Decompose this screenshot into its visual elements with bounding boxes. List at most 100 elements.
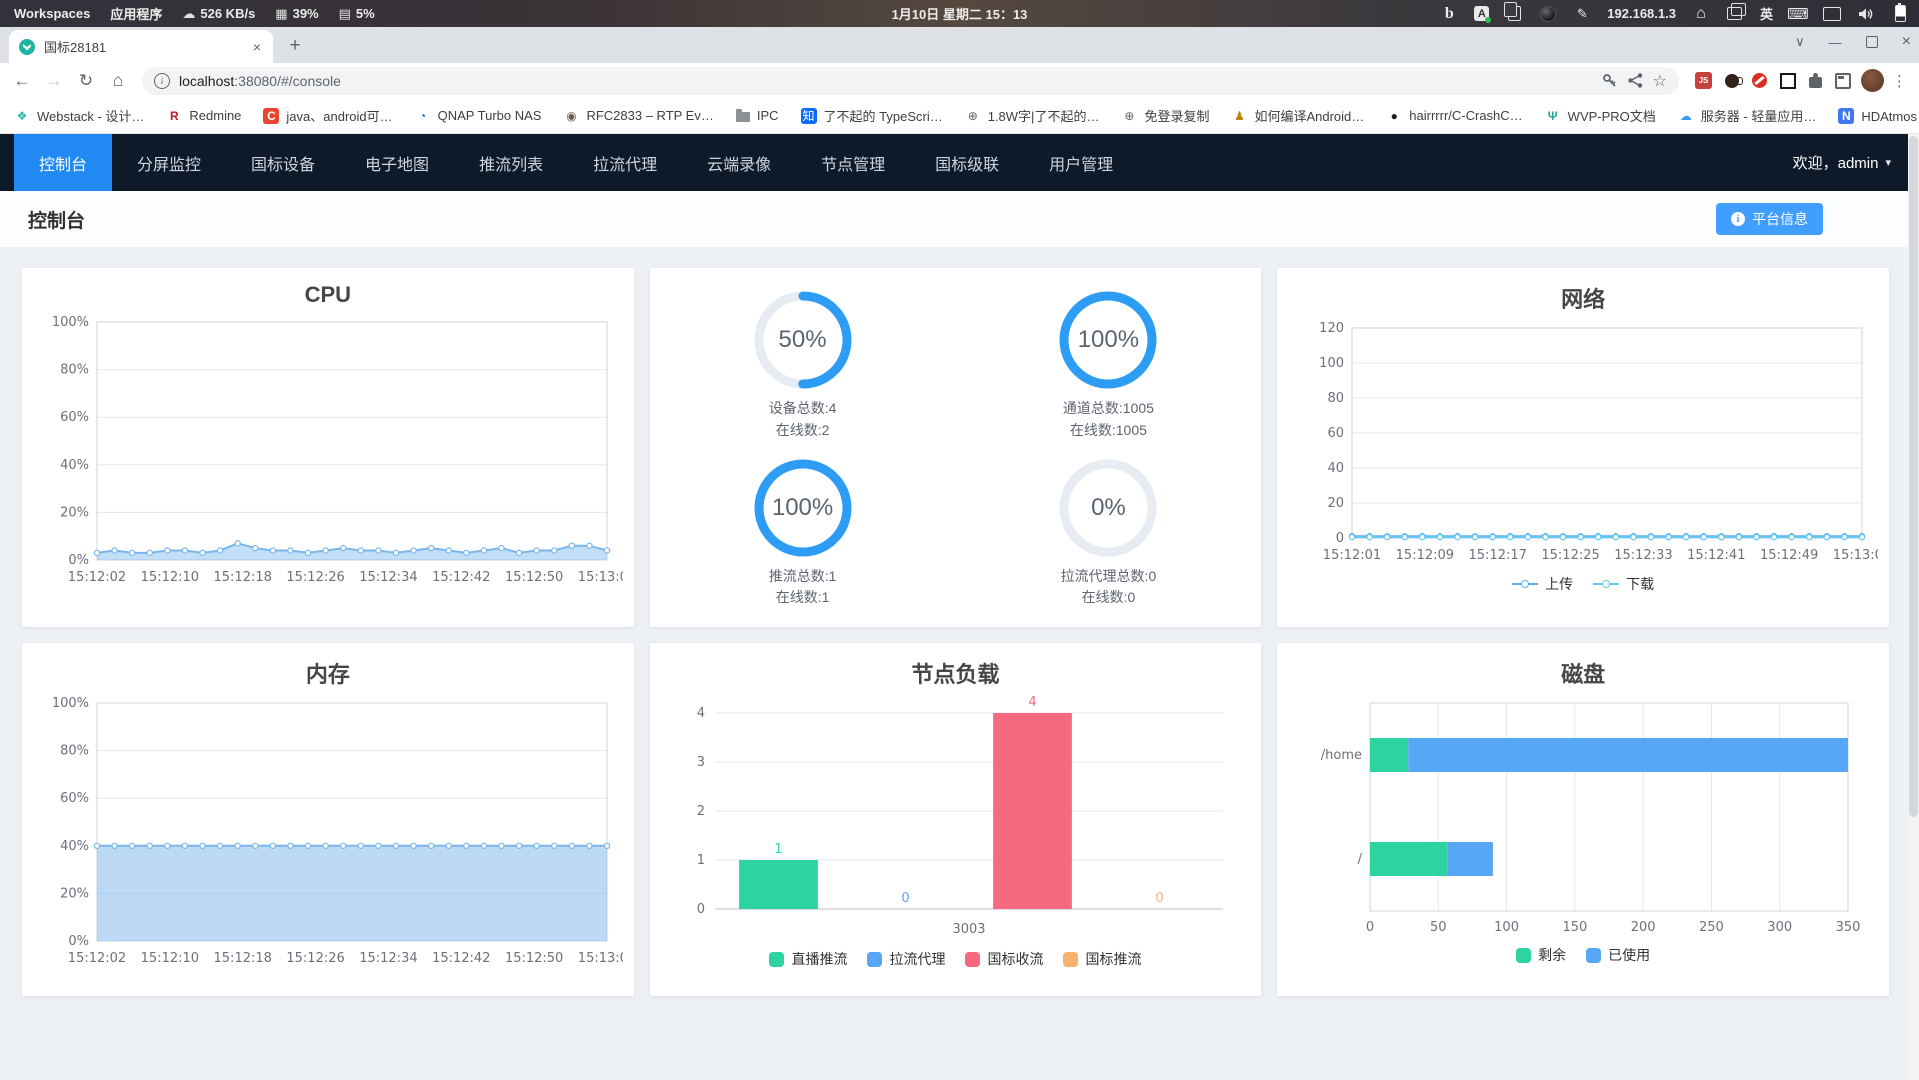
tab-title: 国标28181	[44, 40, 107, 55]
bookmark-item[interactable]: ⊕ 1.8W字|了不起的…	[965, 106, 1100, 125]
bookmark-item[interactable]: 知了不起的 TypeScri…	[800, 106, 943, 125]
address-bar[interactable]: i localhost:38080/#/console ☆	[142, 66, 1679, 95]
bookmark-item[interactable]: ♟ 如何编译Android…	[1231, 106, 1364, 125]
memory-icon: ▤	[338, 5, 351, 21]
cpu-area-chart: 0% 20% 40% 60% 80% 100% 15:12:02 15:12:10 15:12:…	[52, 315, 623, 585]
profile-avatar[interactable]	[1861, 69, 1884, 92]
applications-button[interactable]: 应用程序	[110, 4, 162, 23]
cpu-card: CPU 0% 20% 40% 60% 80% 100% 15:12:02 15:12:10 15…	[22, 268, 634, 627]
nav-item-2[interactable]: 国标设备	[226, 134, 340, 191]
back-button[interactable]: ←	[8, 67, 36, 95]
platform-info-button[interactable]: i 平台信息	[1716, 203, 1823, 235]
legend-label: 直播推流	[791, 951, 848, 967]
ip-address-indicator[interactable]: 192.168.1.3	[1607, 6, 1676, 21]
bookmark-item[interactable]: IPC	[735, 108, 779, 123]
legend-item[interactable]: 拉流代理	[867, 949, 945, 969]
legend-item[interactable]: 国标推流	[1063, 949, 1141, 969]
window-switcher-icon[interactable]	[1726, 3, 1747, 23]
page-scrollbar[interactable]	[1908, 134, 1919, 1080]
nav-item-3[interactable]: 电子地图	[340, 134, 454, 191]
nav-item-9[interactable]: 用户管理	[1024, 134, 1138, 191]
memory-usage-indicator[interactable]: ▤ 5%	[339, 6, 375, 22]
password-key-icon[interactable]	[1601, 72, 1618, 89]
home-tray-icon[interactable]: ⌂	[1692, 5, 1710, 23]
nav-item-0[interactable]: 控制台	[14, 134, 113, 191]
window-maximize-button[interactable]	[1865, 36, 1878, 48]
box-extension-icon[interactable]	[1835, 72, 1851, 89]
share-icon[interactable]	[1627, 72, 1644, 89]
legend-item[interactable]: 国标收流	[965, 949, 1043, 969]
browser-tab-strip: 国标28181 × + ∨ — ×	[0, 27, 1919, 63]
tabsearch-chevron-icon[interactable]: ∨	[1795, 34, 1805, 50]
bookmark-item[interactable]: R Redmine	[166, 108, 241, 124]
page-viewport: 控制台 分屏监控 国标设备 电子地图 推流列表 拉流代理 云端录像 节点管理 国标级联 用户管理欢…	[0, 134, 1919, 1080]
cpu-usage-indicator[interactable]: ▦ 39%	[275, 6, 318, 22]
dark-square-extension-icon[interactable]	[1780, 72, 1796, 89]
blocker-extension-icon[interactable]	[1752, 73, 1767, 88]
svg-text:15:12:17: 15:12:17	[1469, 548, 1527, 563]
svg-text:60: 60	[1328, 426, 1345, 441]
pen-tray-icon[interactable]: ✎	[1573, 5, 1591, 23]
bookmark-item[interactable]: Cjava、android可…	[263, 106, 393, 125]
gauge-grid: 50% 设备总数:4 在线数:2 100% 通道总数:1005 在线数:1005 100% 推…	[650, 268, 1262, 627]
reload-button[interactable]: ↻	[72, 67, 100, 95]
bookmark-item[interactable]: ☁ 服务器 - 轻量应用…	[1678, 106, 1817, 125]
window-close-button[interactable]: ×	[1902, 33, 1911, 51]
nav-item-7[interactable]: 节点管理	[796, 134, 910, 191]
workspaces-button[interactable]: Workspaces	[14, 6, 90, 21]
nav-item-4[interactable]: 推流列表	[454, 134, 568, 191]
browser-menu-icon[interactable]: ⋮	[1888, 72, 1911, 90]
url-host: localhost	[179, 72, 235, 89]
bookmark-item[interactable]: ● hairrrrr/C-CrashC…	[1386, 108, 1523, 124]
browser-tab[interactable]: 国标28181 ×	[9, 30, 273, 63]
screenshot-tray-icon[interactable]: A	[1474, 6, 1492, 23]
cup-extension-icon[interactable]	[1725, 73, 1743, 88]
network-card: 网络 0 20 40 60 80 100 120 15:12:01 15:12:09 15:12:…	[1277, 268, 1889, 627]
battery-tray-icon[interactable]	[1891, 3, 1909, 23]
bookmark-item[interactable]: ◔ QNAP Turbo NAS	[415, 108, 541, 124]
bookmark-item[interactable]: Ψ WVP-PRO文档	[1545, 106, 1656, 125]
bookmark-item[interactable]: ⊕ 免登录复制	[1121, 106, 1209, 125]
welcome-user-menu[interactable]: 欢迎，admin ▾	[1793, 134, 1891, 191]
scrollbar-thumb[interactable]	[1909, 136, 1918, 818]
network-speed-indicator[interactable]: ☁ 526 KB/s	[182, 6, 255, 22]
bookmark-label: 服务器 - 轻量应用…	[1700, 109, 1817, 124]
window-minimize-button[interactable]: —	[1829, 35, 1842, 50]
nav-item-5[interactable]: 拉流代理	[568, 134, 682, 191]
display-tray-icon[interactable]	[1823, 5, 1841, 23]
keyboard-tray-icon[interactable]: ⌨	[1787, 5, 1809, 23]
legend-item[interactable]: 下载	[1593, 574, 1654, 594]
tab-close-icon[interactable]: ×	[251, 39, 263, 55]
bookmark-item[interactable]: ❖ Webstack - 设计…	[14, 106, 145, 125]
display-icon	[1823, 6, 1841, 21]
bing-tray-icon[interactable]: b	[1440, 5, 1458, 23]
person-icon: ♟	[1234, 108, 1245, 123]
new-tab-button[interactable]: +	[281, 32, 309, 60]
nav-item-1[interactable]: 分屏监控	[112, 134, 226, 191]
bookmark-star-icon[interactable]: ☆	[1653, 71, 1667, 91]
node-load-bar-chart: 0 1 2 3 4 1 0 4 0 3003	[697, 695, 1224, 937]
svg-text:200: 200	[1631, 920, 1656, 935]
clock[interactable]: 1月10日 星期二 15：13	[892, 4, 1028, 23]
input-method-indicator[interactable]: 英	[1760, 4, 1773, 23]
info-icon: i	[1731, 212, 1745, 226]
copy-tray-icon[interactable]	[1503, 2, 1523, 23]
js-extension-icon[interactable]: JS	[1695, 72, 1712, 89]
svg-text:15:12:02: 15:12:02	[68, 951, 126, 966]
recorder-tray-icon[interactable]	[1539, 5, 1557, 23]
bookmark-item[interactable]: N HDAtmos :: 种子 *…	[1838, 106, 1919, 125]
puzzle-extensions-icon[interactable]	[1809, 73, 1822, 88]
volume-tray-icon[interactable]	[1857, 5, 1875, 23]
memory-chart-title: 内存	[305, 662, 350, 687]
nav-item-8[interactable]: 国标级联	[910, 134, 1024, 191]
legend-item[interactable]: 剩余	[1516, 945, 1566, 965]
svg-text:15:13:01: 15:13:01	[578, 951, 623, 966]
forward-button[interactable]: →	[40, 67, 68, 95]
bookmark-item[interactable]: ◉ RFC2833 – RTP Ev…	[563, 108, 714, 124]
home-button[interactable]: ⌂	[104, 67, 132, 95]
legend-item[interactable]: 直播推流	[769, 949, 847, 969]
legend-item[interactable]: 已使用	[1586, 945, 1650, 965]
legend-item[interactable]: 上传	[1512, 574, 1573, 594]
site-info-icon[interactable]: i	[154, 72, 170, 89]
nav-item-6[interactable]: 云端录像	[682, 134, 796, 191]
